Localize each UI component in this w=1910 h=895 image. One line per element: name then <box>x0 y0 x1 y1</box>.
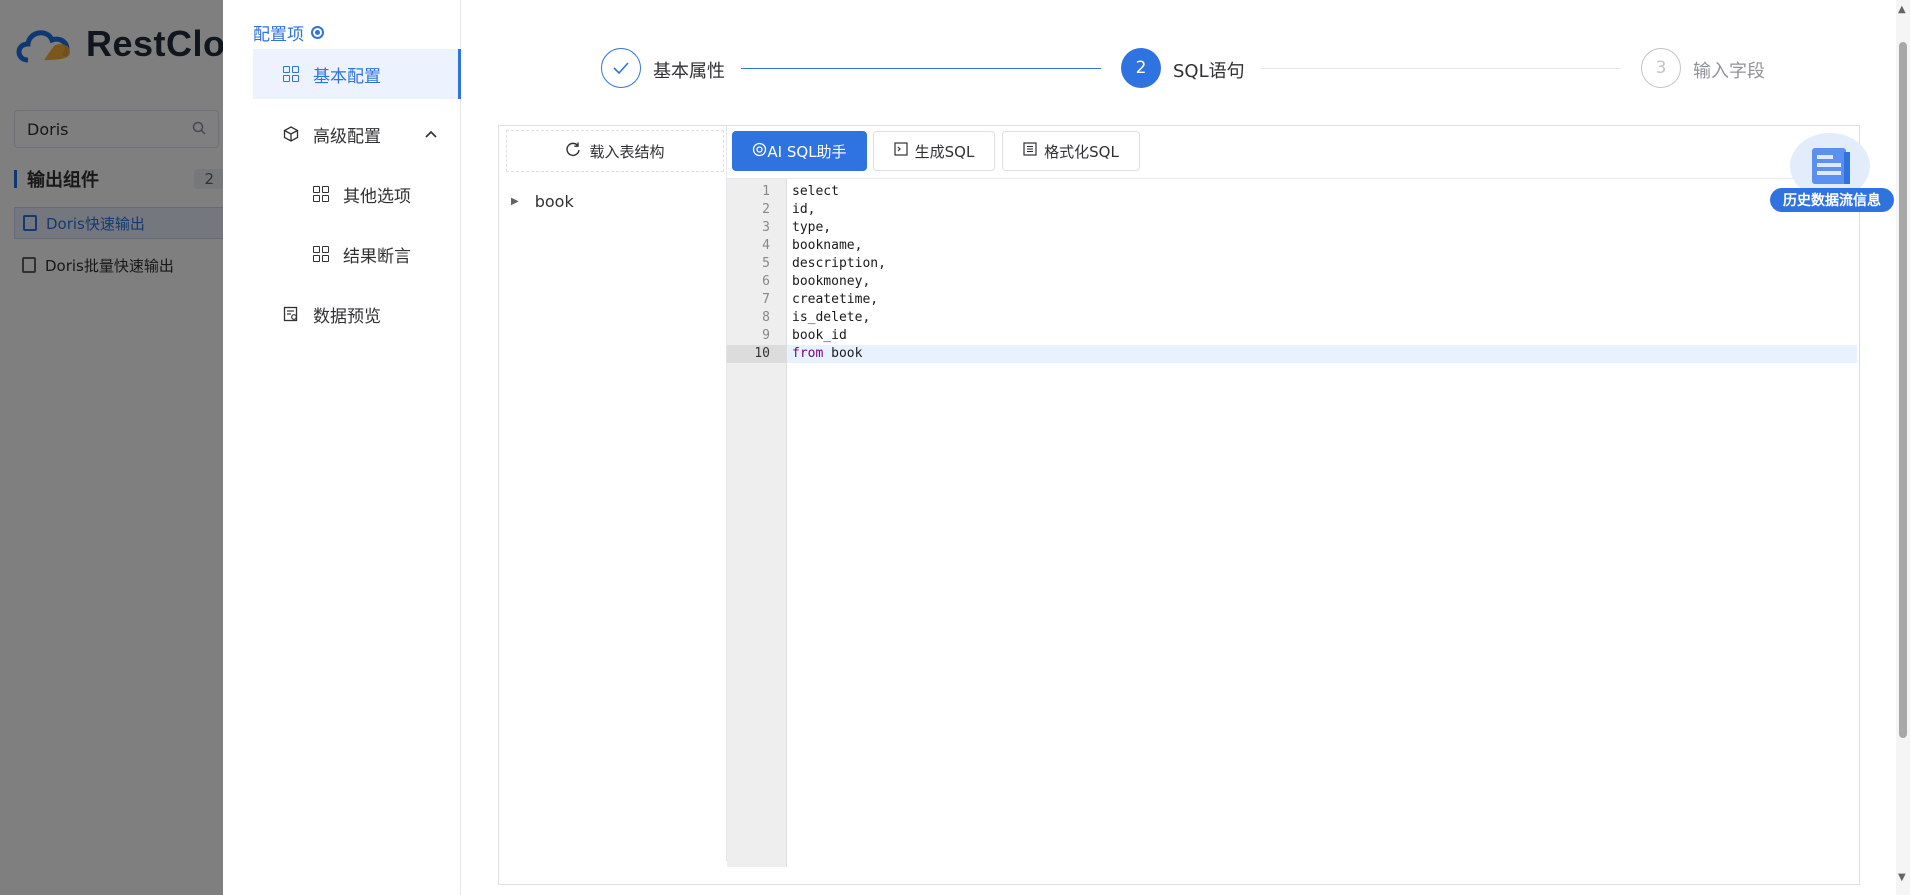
tree-node-label: book <box>534 192 574 211</box>
nav-title-text: 配置项 <box>253 25 304 45</box>
code-line[interactable]: description, <box>787 255 1857 273</box>
code-line[interactable]: bookname, <box>787 237 1857 255</box>
terminal-icon <box>894 142 908 160</box>
code-line[interactable]: type, <box>787 219 1857 237</box>
nav-item-data-preview[interactable]: 数据预览 <box>253 289 461 339</box>
nav-item-basic-config[interactable]: 基本配置 <box>253 49 461 99</box>
sql-editor-panel: 载入表结构 ▶ book AI SQL助手 生成SQL 格式化SQL 1 2 3… <box>498 125 1860 885</box>
line-number: 7 <box>762 292 770 307</box>
scroll-down-icon[interactable]: ▼ <box>1898 872 1906 883</box>
line-number: 1 <box>762 184 770 199</box>
scroll-up-icon[interactable]: ▲ <box>1898 4 1906 15</box>
config-drawer: 配置项 基本配置 高级配置 其他选项 结果断言 数据预览 基本属性 2 SQL语… <box>223 0 1910 895</box>
scrollbar-thumb[interactable] <box>1899 42 1907 738</box>
line-number: 2 <box>762 202 770 217</box>
format-button-label: 格式化SQL <box>1044 142 1119 161</box>
grid-icon <box>313 246 329 262</box>
config-nav: 配置项 基本配置 高级配置 其他选项 结果断言 数据预览 <box>223 0 461 895</box>
line-number: 3 <box>762 220 770 235</box>
step-3-label: 输入字段 <box>1693 61 1765 82</box>
ai-sql-assistant-button[interactable]: AI SQL助手 <box>732 131 867 171</box>
format-sql-button[interactable]: 格式化SQL <box>1002 131 1140 171</box>
cube-icon <box>283 126 299 142</box>
line-number: 8 <box>762 310 770 325</box>
code-line[interactable]: book_id <box>787 327 1857 345</box>
nav-title: 配置项 <box>253 20 324 45</box>
history-list-icon <box>1812 148 1850 184</box>
line-number: 9 <box>762 328 770 343</box>
sql-identifier: book <box>823 346 863 361</box>
nav-item-advanced-config[interactable]: 高级配置 <box>253 109 461 159</box>
nav-item-label: 高级配置 <box>313 126 381 147</box>
load-button-label: 载入表结构 <box>589 142 665 161</box>
history-dataflow-label: 历史数据流信息 <box>1770 188 1894 212</box>
refresh-icon <box>565 141 581 162</box>
line-number: 5 <box>762 256 770 271</box>
nav-item-label: 其他选项 <box>343 186 411 207</box>
sql-toolbar: AI SQL助手 生成SQL 格式化SQL <box>727 126 1857 178</box>
step-1-label: 基本属性 <box>653 61 725 82</box>
ai-button-label: AI SQL助手 <box>767 142 847 161</box>
nav-item-label: 结果断言 <box>343 246 411 267</box>
step-2-number[interactable]: 2 <box>1121 48 1161 88</box>
grid-icon <box>283 66 299 82</box>
steps-bar: 基本属性 2 SQL语句 3 输入字段 <box>601 48 1910 92</box>
code-line[interactable]: id, <box>787 201 1857 219</box>
code-line[interactable]: select <box>787 183 1857 201</box>
table-tree-pane: 载入表结构 ▶ book <box>499 126 727 861</box>
nav-item-result-assertion[interactable]: 结果断言 <box>253 229 461 279</box>
ai-icon <box>752 142 767 161</box>
caret-right-icon[interactable]: ▶ <box>511 196 519 207</box>
step-2-label: SQL语句 <box>1173 61 1245 82</box>
line-number: 6 <box>762 274 770 289</box>
step-connector-1 <box>741 68 1101 69</box>
data-preview-icon <box>283 306 298 322</box>
step-3-number[interactable]: 3 <box>1641 48 1681 88</box>
code-line[interactable]: is_delete, <box>787 309 1857 327</box>
nav-item-label: 基本配置 <box>313 66 381 87</box>
line-number: 4 <box>762 238 770 253</box>
line-number-gutter: 1 2 3 4 5 6 7 8 9 10 <box>727 179 787 867</box>
chevron-up-icon[interactable] <box>425 127 437 142</box>
nav-item-other-options[interactable]: 其他选项 <box>253 169 461 219</box>
tree-node-book[interactable]: ▶ book <box>511 192 574 211</box>
step-connector-2 <box>1261 68 1621 69</box>
code-area[interactable]: select id, type, bookname, description, … <box>787 179 1857 867</box>
code-line[interactable]: bookmoney, <box>787 273 1857 291</box>
settings-circle-icon <box>311 26 324 39</box>
history-dataflow-button[interactable]: 历史数据流信息 <box>1770 133 1894 213</box>
sql-code-editor[interactable]: 1 2 3 4 5 6 7 8 9 10 select id, type, bo… <box>727 178 1857 867</box>
generate-sql-button[interactable]: 生成SQL <box>873 131 995 171</box>
code-line-active[interactable]: from book <box>787 345 1857 363</box>
code-line[interactable]: createtime, <box>787 291 1857 309</box>
load-table-structure-button[interactable]: 载入表结构 <box>506 130 724 172</box>
sql-keyword: from <box>792 346 824 361</box>
format-icon <box>1023 142 1037 160</box>
step-1-check-icon[interactable] <box>601 48 641 88</box>
drawer-scrollbar[interactable]: ▲ ▼ <box>1896 0 1910 895</box>
screen: RestClo Doris 输出组件 2 Doris快速输出 Doris批量快速… <box>0 0 1910 895</box>
line-number-active: 10 <box>727 345 786 363</box>
generate-button-label: 生成SQL <box>914 142 975 161</box>
grid-icon <box>313 186 329 202</box>
nav-item-label: 数据预览 <box>313 306 381 327</box>
